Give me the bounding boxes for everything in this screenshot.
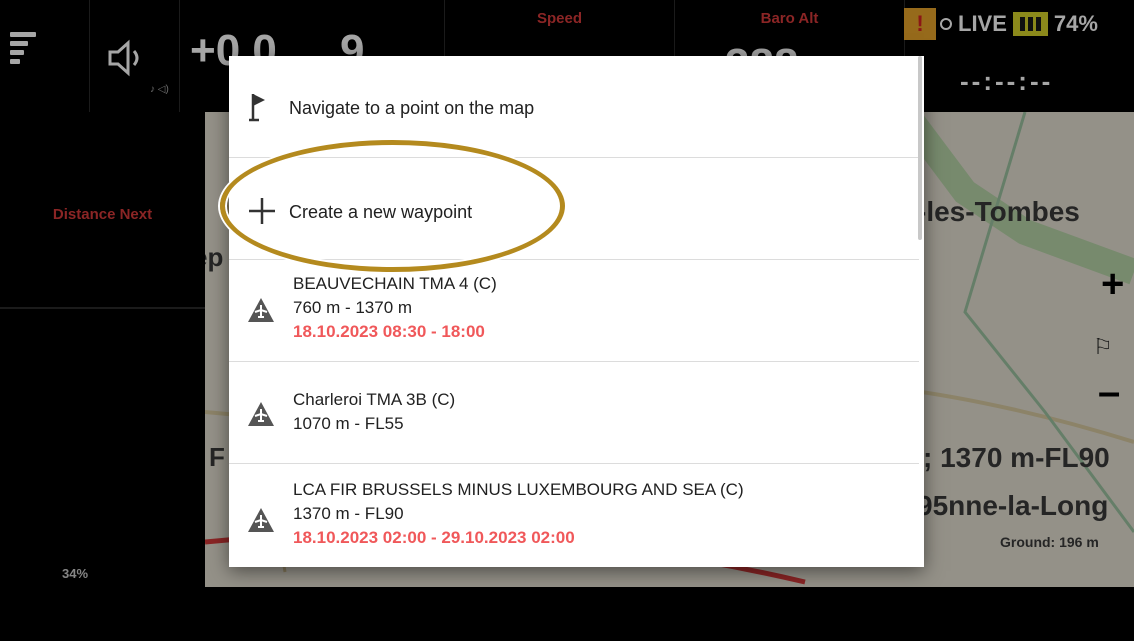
dialog-scrollbar[interactable]: [918, 56, 922, 240]
navigate-label: Navigate to a point on the map: [289, 98, 535, 118]
airspace-altitude: 1070 m - FL55: [293, 414, 404, 433]
flag-icon: [249, 94, 265, 122]
airspace-name: BEAUVECHAIN TMA 4 (C): [293, 274, 497, 293]
airspace-item[interactable]: LCA FIR BRUSSELS MINUS LUXEMBOURG AND SE…: [229, 464, 919, 567]
airspace-warning-icon: [248, 508, 274, 532]
airspace-item[interactable]: BEAUVECHAIN TMA 4 (C) 760 m - 1370 m 18.…: [229, 260, 919, 362]
airspace-date: 18.10.2023 02:00 - 29.10.2023 02:00: [293, 528, 575, 547]
highlight-ellipse: [220, 140, 565, 272]
airspace-name: Charleroi TMA 3B (C): [293, 390, 456, 409]
airspace-warning-icon: [248, 402, 274, 426]
navigate-to-point-item[interactable]: Navigate to a point on the map: [229, 56, 919, 158]
airspace-altitude: 760 m - 1370 m: [293, 298, 413, 317]
airspace-altitude: 1370 m - FL90: [293, 504, 404, 523]
airspace-name: LCA FIR BRUSSELS MINUS LUXEMBOURG AND SE…: [293, 480, 744, 499]
airspace-date: 18.10.2023 08:30 - 18:00: [293, 322, 485, 341]
context-menu-dialog: Navigate to a point on the map Create a …: [229, 56, 924, 567]
airspace-item[interactable]: Charleroi TMA 3B (C) 1070 m - FL55: [229, 362, 919, 464]
airspace-warning-icon: [248, 298, 274, 322]
